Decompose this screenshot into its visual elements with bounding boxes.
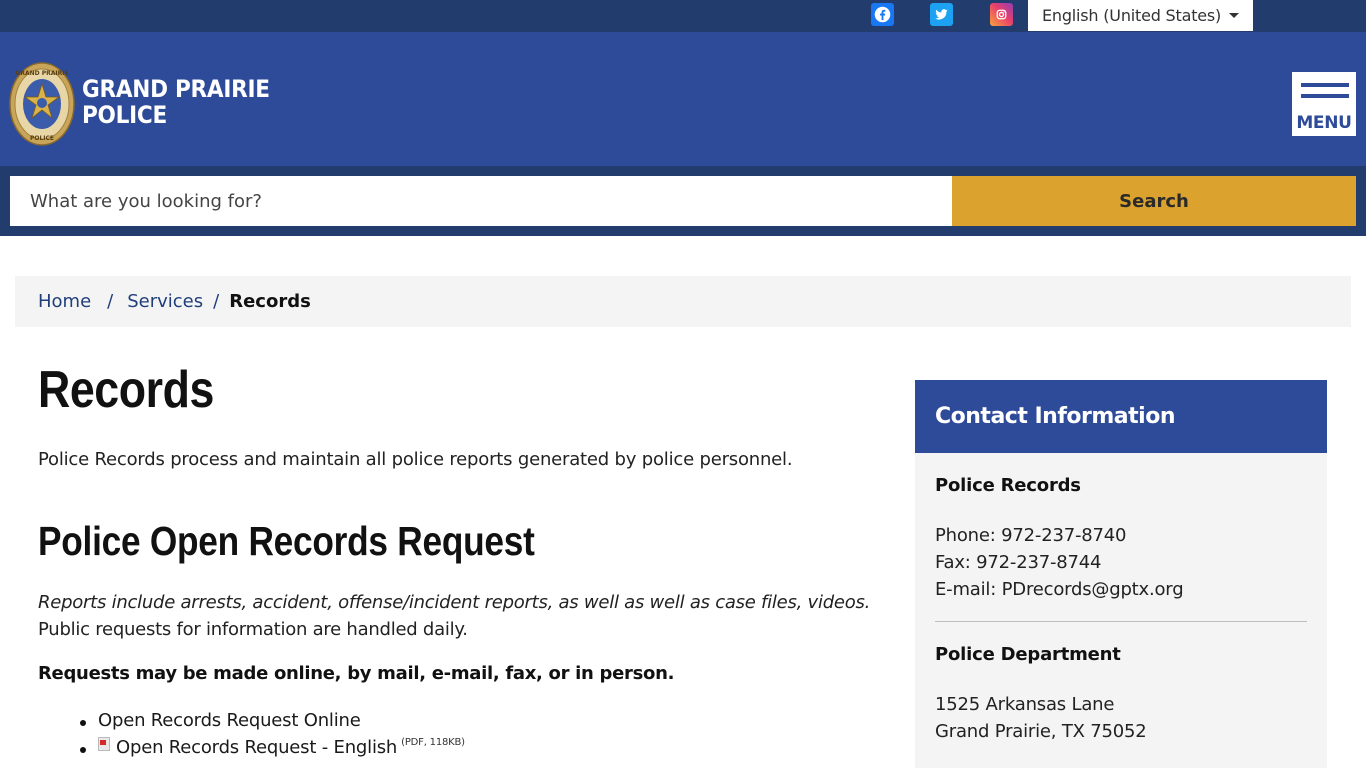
- address-line-1: 1525 Arkansas Lane: [935, 694, 1115, 715]
- records-description-normal: Public requests for information are hand…: [38, 619, 468, 640]
- records-heading: Police Records: [935, 475, 1081, 496]
- request-methods-text: Requests may be made online, by mail,: [38, 663, 432, 684]
- search-band: Search: [0, 166, 1366, 236]
- top-utility-bar: English (United States): [0, 0, 1366, 32]
- site-header: GRAND PRAIRIE POLICE GRAND PRAIRIE POLIC…: [0, 32, 1366, 166]
- records-email-link[interactable]: PDrecords@gptx.org: [1002, 579, 1184, 600]
- breadcrumb-home[interactable]: Home: [38, 291, 91, 312]
- breadcrumb-services[interactable]: Services: [127, 291, 203, 312]
- breadcrumb-separator: /: [107, 291, 114, 312]
- sidebar-title: Contact Information: [915, 380, 1327, 453]
- email-row: E-mail: PDrecords@gptx.org: [935, 576, 1307, 603]
- open-records-english-pdf-link[interactable]: Open Records Request - English: [116, 737, 397, 758]
- language-select[interactable]: English (United States): [1028, 0, 1253, 31]
- request-methods: Requests may be made online, by mail, e-…: [38, 663, 674, 684]
- divider: [935, 621, 1307, 622]
- police-badge-logo[interactable]: GRAND PRAIRIE POLICE: [9, 62, 75, 146]
- breadcrumb: Home / Services / Records: [15, 276, 1351, 327]
- badge-text-top: GRAND PRAIRIE: [15, 70, 68, 77]
- facebook-icon[interactable]: [871, 3, 894, 26]
- phone-row: Phone: 972-237-8740: [935, 522, 1307, 549]
- request-methods-text-end: , fax, or in person.: [492, 663, 675, 684]
- breadcrumb-current: Records: [229, 291, 311, 312]
- contact-sidebar: Contact Information Police Records Phone…: [915, 380, 1327, 768]
- phone-label: Phone:: [935, 525, 1002, 546]
- request-links-list: Open Records Request Online Open Records…: [80, 710, 465, 764]
- fax-link[interactable]: 972-237-8744: [976, 552, 1101, 573]
- pdf-icon: [98, 737, 110, 751]
- page-title: Records: [38, 361, 214, 419]
- brand-line-1: GRAND PRAIRIE: [82, 75, 270, 103]
- twitter-icon[interactable]: [930, 3, 953, 26]
- records-description-italic: Reports include arrests, accident, offen…: [38, 592, 871, 613]
- list-item: Open Records Request - English (PDF, 118K…: [80, 737, 465, 764]
- search-input[interactable]: [10, 176, 952, 226]
- brand-line-2: POLICE: [82, 101, 167, 129]
- open-records-online-link[interactable]: Open Records Request Online: [98, 710, 361, 731]
- menu-button-label: MENU: [1296, 113, 1352, 133]
- fax-label: Fax:: [935, 552, 977, 573]
- search-button[interactable]: Search: [952, 176, 1356, 226]
- breadcrumb-separator: /: [213, 291, 220, 312]
- chevron-down-icon: [1229, 13, 1239, 18]
- instagram-icon[interactable]: [990, 3, 1013, 26]
- file-size-label: (PDF, 118KB): [401, 737, 465, 748]
- phone-link[interactable]: 972-237-8740: [1001, 525, 1126, 546]
- department-heading: Police Department: [935, 644, 1121, 665]
- records-description: Reports include arrests, accident, offen…: [38, 589, 908, 643]
- address-line-2: Grand Prairie, TX 75052: [935, 721, 1147, 742]
- email-label: E-mail:: [935, 579, 1002, 600]
- site-brand[interactable]: GRAND PRAIRIE POLICE: [82, 76, 270, 128]
- section-title: Police Open Records Request: [38, 518, 535, 564]
- email-link[interactable]: e-mail: [432, 663, 493, 684]
- list-item: Open Records Request Online: [80, 710, 465, 737]
- menu-button[interactable]: MENU: [1292, 72, 1356, 136]
- intro-text: Police Records process and maintain all …: [38, 449, 793, 470]
- fax-row: Fax: 972-237-8744: [935, 549, 1307, 576]
- language-select-value: English (United States): [1042, 6, 1222, 25]
- badge-text-bottom: POLICE: [30, 135, 54, 142]
- hamburger-icon: [1301, 83, 1349, 105]
